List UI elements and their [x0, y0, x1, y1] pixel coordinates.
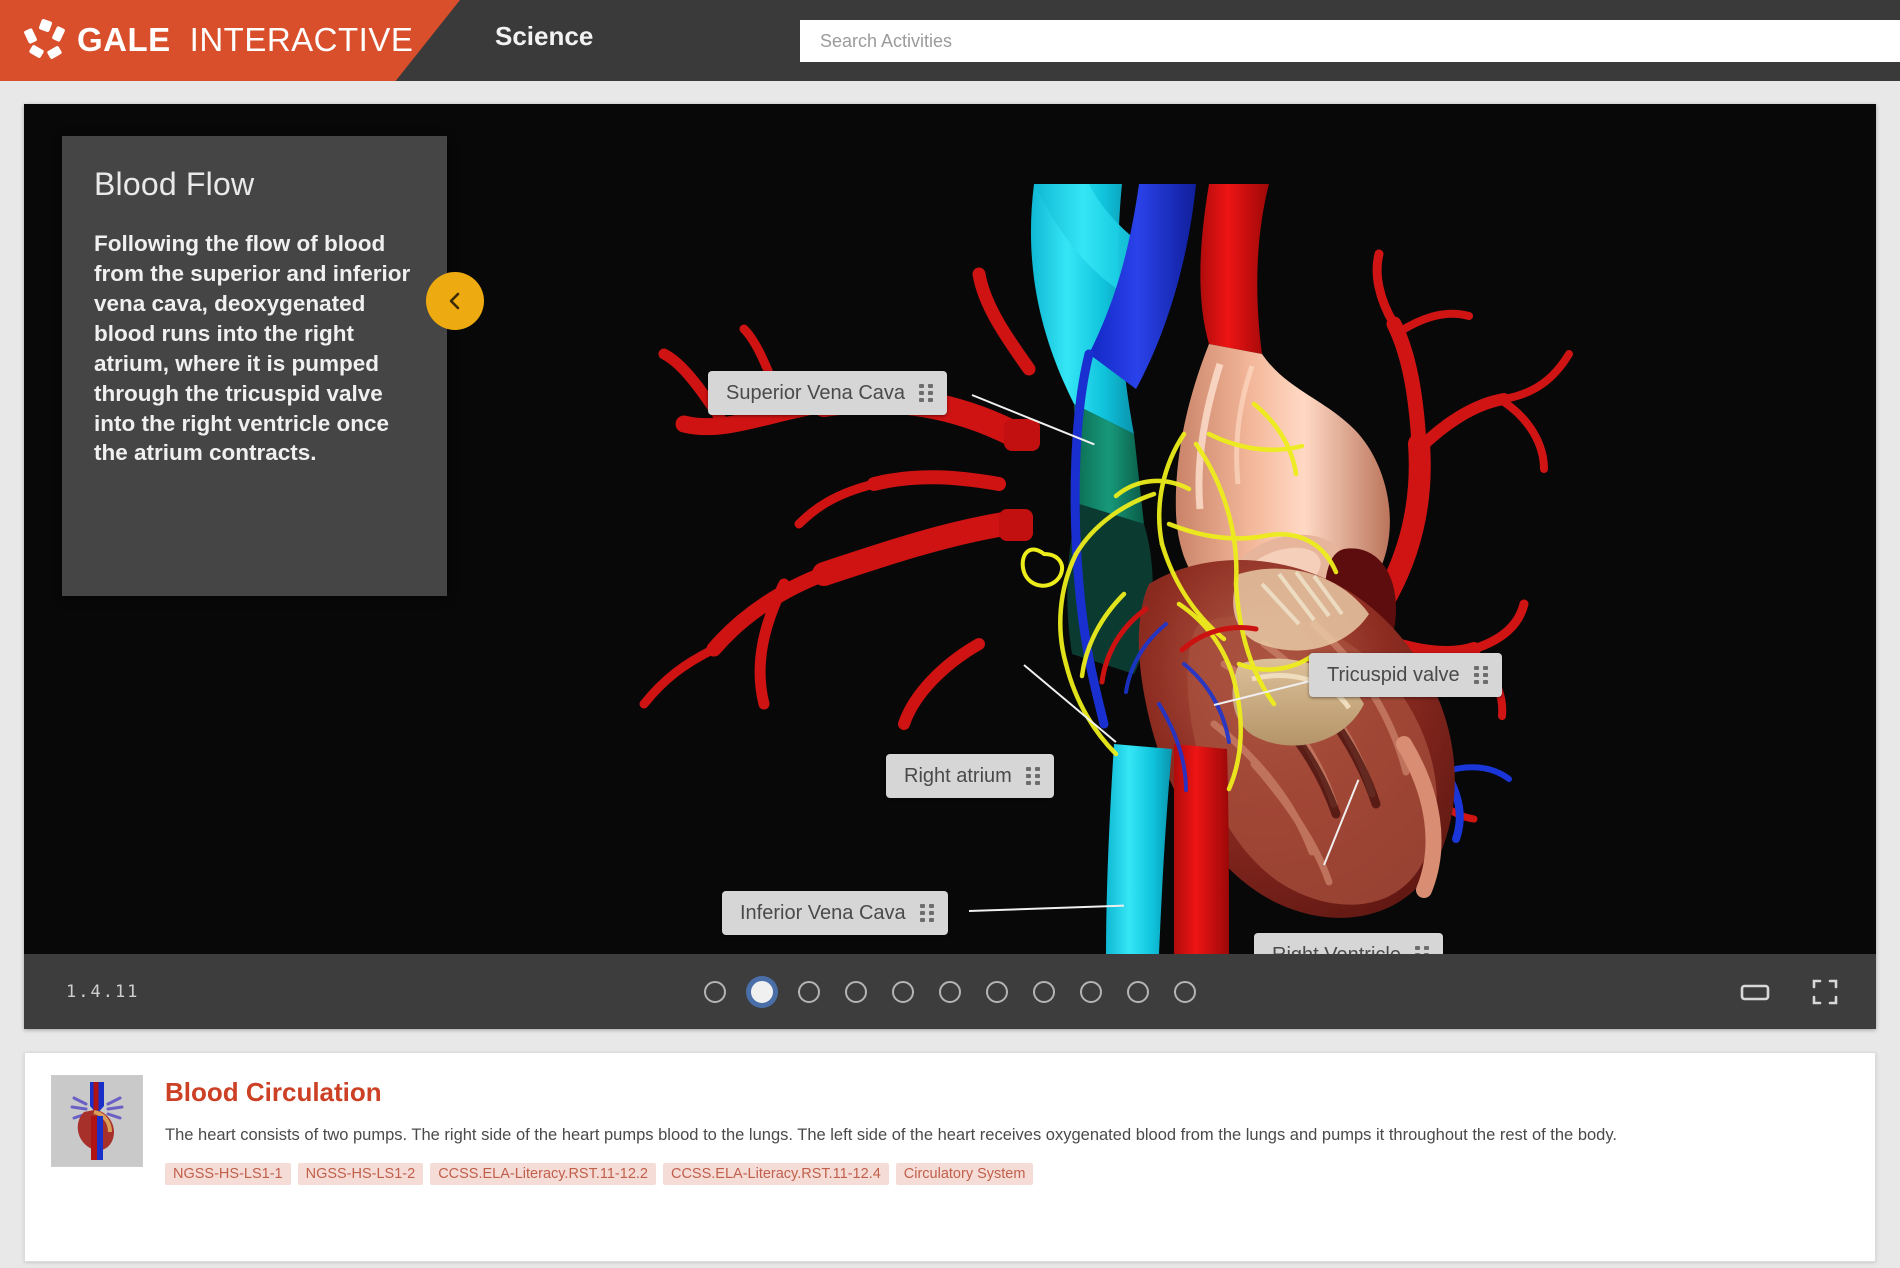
search-input[interactable] [800, 20, 1900, 62]
slide-dot-6[interactable] [939, 980, 961, 1003]
widescreen-icon [1740, 984, 1770, 1006]
callout-superior-vena-cava[interactable]: Superior Vena Cava [708, 371, 948, 415]
callout-inferior-vena-cava[interactable]: Inferior Vena Cava [722, 891, 948, 935]
callout-label: Tricuspid valve [1327, 663, 1460, 686]
activity-info-card: Blood Circulation The heart consists of … [24, 1052, 1876, 1262]
brand-logo[interactable]: GALE INTERACTIVE [23, 16, 414, 64]
slide-dot-8[interactable] [1033, 980, 1055, 1003]
slide-pagination[interactable] [704, 980, 1196, 1003]
drag-grip-icon[interactable] [1473, 666, 1488, 684]
viewer-tool-buttons [1740, 979, 1838, 1005]
standards-tag[interactable]: CCSS.ELA-Literacy.RST.11-12.2 [430, 1163, 656, 1186]
callout-right-ventricle[interactable]: Right Ventricle [1254, 933, 1443, 954]
gale-starburst-icon [23, 18, 66, 60]
slide-dot-10[interactable] [1127, 980, 1149, 1003]
collapse-panel-button[interactable] [426, 272, 484, 330]
callout-tricuspid-valve[interactable]: Tricuspid valve [1309, 653, 1502, 697]
search-container [800, 20, 1900, 62]
viewer-canvas[interactable]: Superior Vena Cava Tricuspid valve Right… [24, 104, 1876, 954]
drag-grip-icon[interactable] [1025, 767, 1040, 785]
heart-thumbnail [51, 1075, 143, 1167]
fullscreen-icon [1812, 979, 1838, 1008]
callout-label: Superior Vena Cava [726, 381, 906, 404]
model-viewer[interactable]: Superior Vena Cava Tricuspid valve Right… [24, 104, 1876, 954]
standards-tag[interactable]: NGSS-HS-LS1-1 [165, 1163, 291, 1186]
standards-tag-list: NGSS-HS-LS1-1 NGSS-HS-LS1-2 CCSS.ELA-Lit… [165, 1163, 1849, 1186]
standards-tag[interactable]: Circulatory System [895, 1163, 1034, 1186]
callout-label: Right Ventricle [1272, 944, 1401, 955]
slide-dot-5[interactable] [892, 980, 914, 1003]
chevron-left-icon [444, 290, 466, 312]
slide-dot-7[interactable] [986, 980, 1008, 1003]
version-label: 1.4.11 [66, 981, 140, 1002]
activity-stage: Superior Vena Cava Tricuspid valve Right… [24, 104, 1876, 1029]
slide-dot-3[interactable] [798, 980, 820, 1003]
top-navigation-bar: GALE INTERACTIVE Science [0, 0, 1900, 81]
drag-grip-icon[interactable] [919, 904, 934, 922]
drag-grip-icon[interactable] [1414, 946, 1429, 954]
standards-tag[interactable]: CCSS.ELA-Literacy.RST.11-12.4 [662, 1163, 889, 1186]
slide-dot-4[interactable] [845, 980, 867, 1003]
slide-dot-11[interactable] [1174, 980, 1196, 1003]
info-panel-title: Blood Flow [94, 166, 255, 202]
widescreen-button[interactable] [1740, 981, 1770, 1003]
activity-description: The heart consists of two pumps. The rig… [165, 1126, 1617, 1144]
callout-label: Right atrium [904, 764, 1012, 787]
activity-title[interactable]: Blood Circulation [165, 1077, 1849, 1108]
slide-dot-9[interactable] [1080, 980, 1102, 1003]
callout-label: Inferior Vena Cava [740, 901, 906, 924]
viewer-toolbar: 1.4.11 [24, 954, 1876, 1029]
brand-name-primary: GALE [77, 21, 171, 58]
info-panel: Blood Flow Following the flow of blood f… [62, 136, 447, 596]
info-panel-body: Following the flow of blood from the sup… [94, 231, 411, 466]
slide-dot-1[interactable] [704, 980, 726, 1003]
callout-right-atrium[interactable]: Right atrium [886, 754, 1054, 798]
activity-card-content: Blood Circulation The heart consists of … [165, 1075, 1849, 1186]
standards-tag[interactable]: NGSS-HS-LS1-2 [297, 1163, 424, 1186]
drag-grip-icon[interactable] [919, 384, 934, 402]
subject-title: Science [495, 21, 594, 51]
slide-dot-2[interactable] [751, 980, 773, 1003]
brand-name-secondary: INTERACTIVE [189, 21, 414, 58]
fullscreen-button[interactable] [1812, 979, 1838, 1005]
